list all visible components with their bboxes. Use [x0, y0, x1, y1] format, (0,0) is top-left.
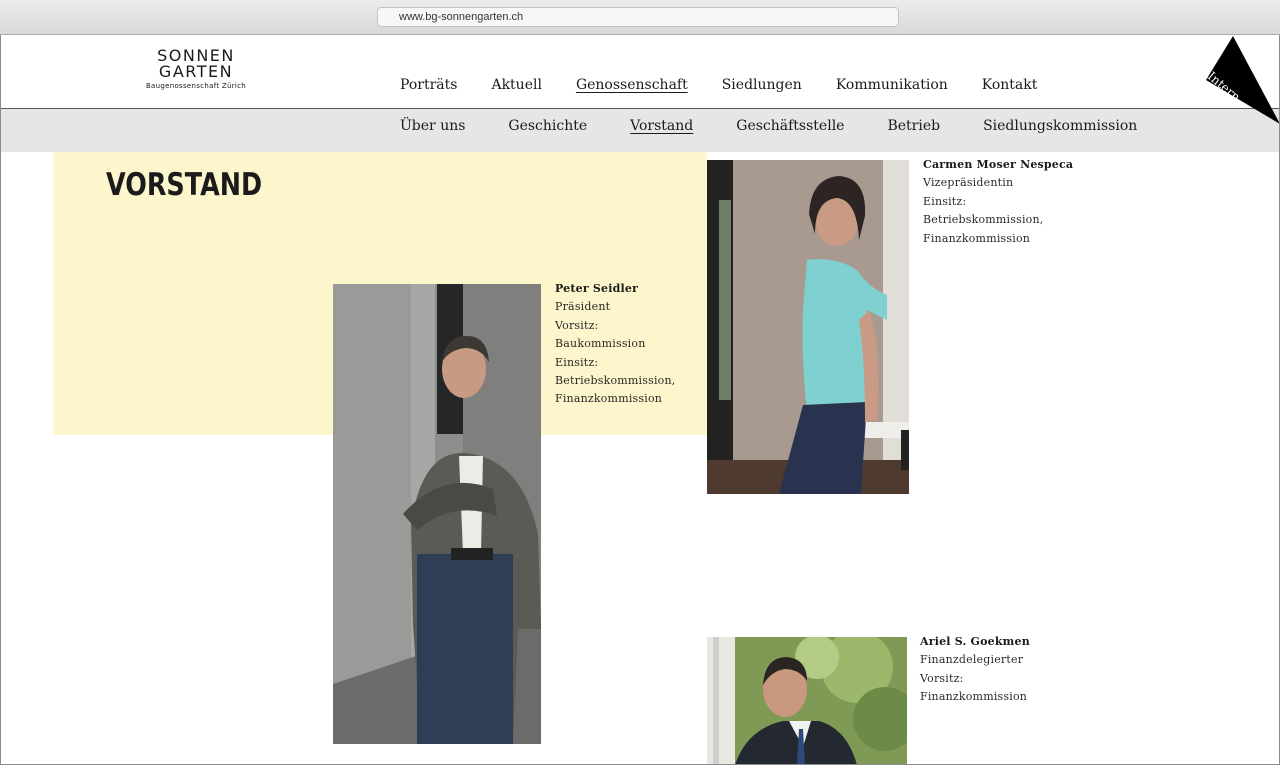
member-info-peter-seidler: Peter Seidler Präsident Vorsitz: Baukomm… — [555, 280, 675, 409]
browser-toolbar: www.bg-sonnengarten.ch — [0, 0, 1280, 35]
member-detail: Einsitz: — [923, 194, 967, 208]
sub-nav: Über uns Geschichte Vorstand Geschäftsst… — [400, 118, 1137, 134]
member-detail: Finanzkommission — [923, 231, 1031, 245]
member-role: Vizepräsidentin — [923, 176, 1014, 190]
member-detail: Betriebskommission, — [555, 374, 676, 388]
member-info-ariel-s-goekmen: Ariel S. Goekmen Finanzdelegierter Vorsi… — [920, 633, 1030, 707]
member-detail: Einsitz: — [555, 355, 599, 369]
member-detail: Baukommission — [555, 337, 646, 351]
member-detail: Finanzkommission — [920, 690, 1028, 704]
main-nav: Porträts Aktuell Genossenschaft Siedlung… — [400, 77, 1037, 93]
member-name: Carmen Moser Nespeca — [923, 158, 1074, 171]
logo-subtitle: Baugenossenschaft Zürich — [145, 82, 247, 90]
logo-line-2: GARTEN — [158, 62, 234, 81]
sub-nav-geschichte[interactable]: Geschichte — [508, 118, 587, 134]
member-photo-ariel-s-goekmen — [707, 637, 907, 765]
site-logo[interactable]: SONNEN GARTEN Baugenossenschaft Zürich — [140, 48, 252, 91]
sub-nav-ueber-uns[interactable]: Über uns — [400, 118, 465, 134]
sub-nav-siedlungskommission[interactable]: Siedlungskommission — [983, 118, 1137, 134]
sub-nav-vorstand[interactable]: Vorstand — [630, 118, 693, 134]
main-nav-portraets[interactable]: Porträts — [400, 77, 457, 93]
member-detail: Vorsitz: — [920, 671, 964, 685]
member-role: Finanzdelegierter — [920, 653, 1024, 667]
member-detail: Finanzkommission — [555, 392, 663, 406]
main-nav-kommunikation[interactable]: Kommunikation — [836, 77, 948, 93]
address-bar[interactable]: www.bg-sonnengarten.ch — [377, 7, 899, 27]
main-nav-aktuell[interactable]: Aktuell — [491, 77, 541, 93]
main-nav-kontakt[interactable]: Kontakt — [982, 77, 1038, 93]
member-detail: Vorsitz: — [555, 318, 599, 332]
sub-nav-betrieb[interactable]: Betrieb — [887, 118, 940, 134]
page-title: VORSTAND — [106, 167, 263, 203]
member-name: Peter Seidler — [555, 282, 639, 295]
member-detail: Betriebskommission, — [923, 213, 1044, 227]
member-photo-carmen-moser-nespeca — [707, 160, 909, 494]
main-nav-siedlungen[interactable]: Siedlungen — [722, 77, 802, 93]
member-photo-peter-seidler — [333, 284, 541, 744]
member-info-carmen-moser-nespeca: Carmen Moser Nespeca Vizepräsidentin Ein… — [923, 156, 1073, 248]
main-nav-genossenschaft[interactable]: Genossenschaft — [576, 77, 688, 93]
member-role: Präsident — [555, 300, 611, 314]
member-name: Ariel S. Goekmen — [920, 635, 1030, 648]
sub-nav-geschaeftsstelle[interactable]: Geschäftsstelle — [736, 118, 844, 134]
